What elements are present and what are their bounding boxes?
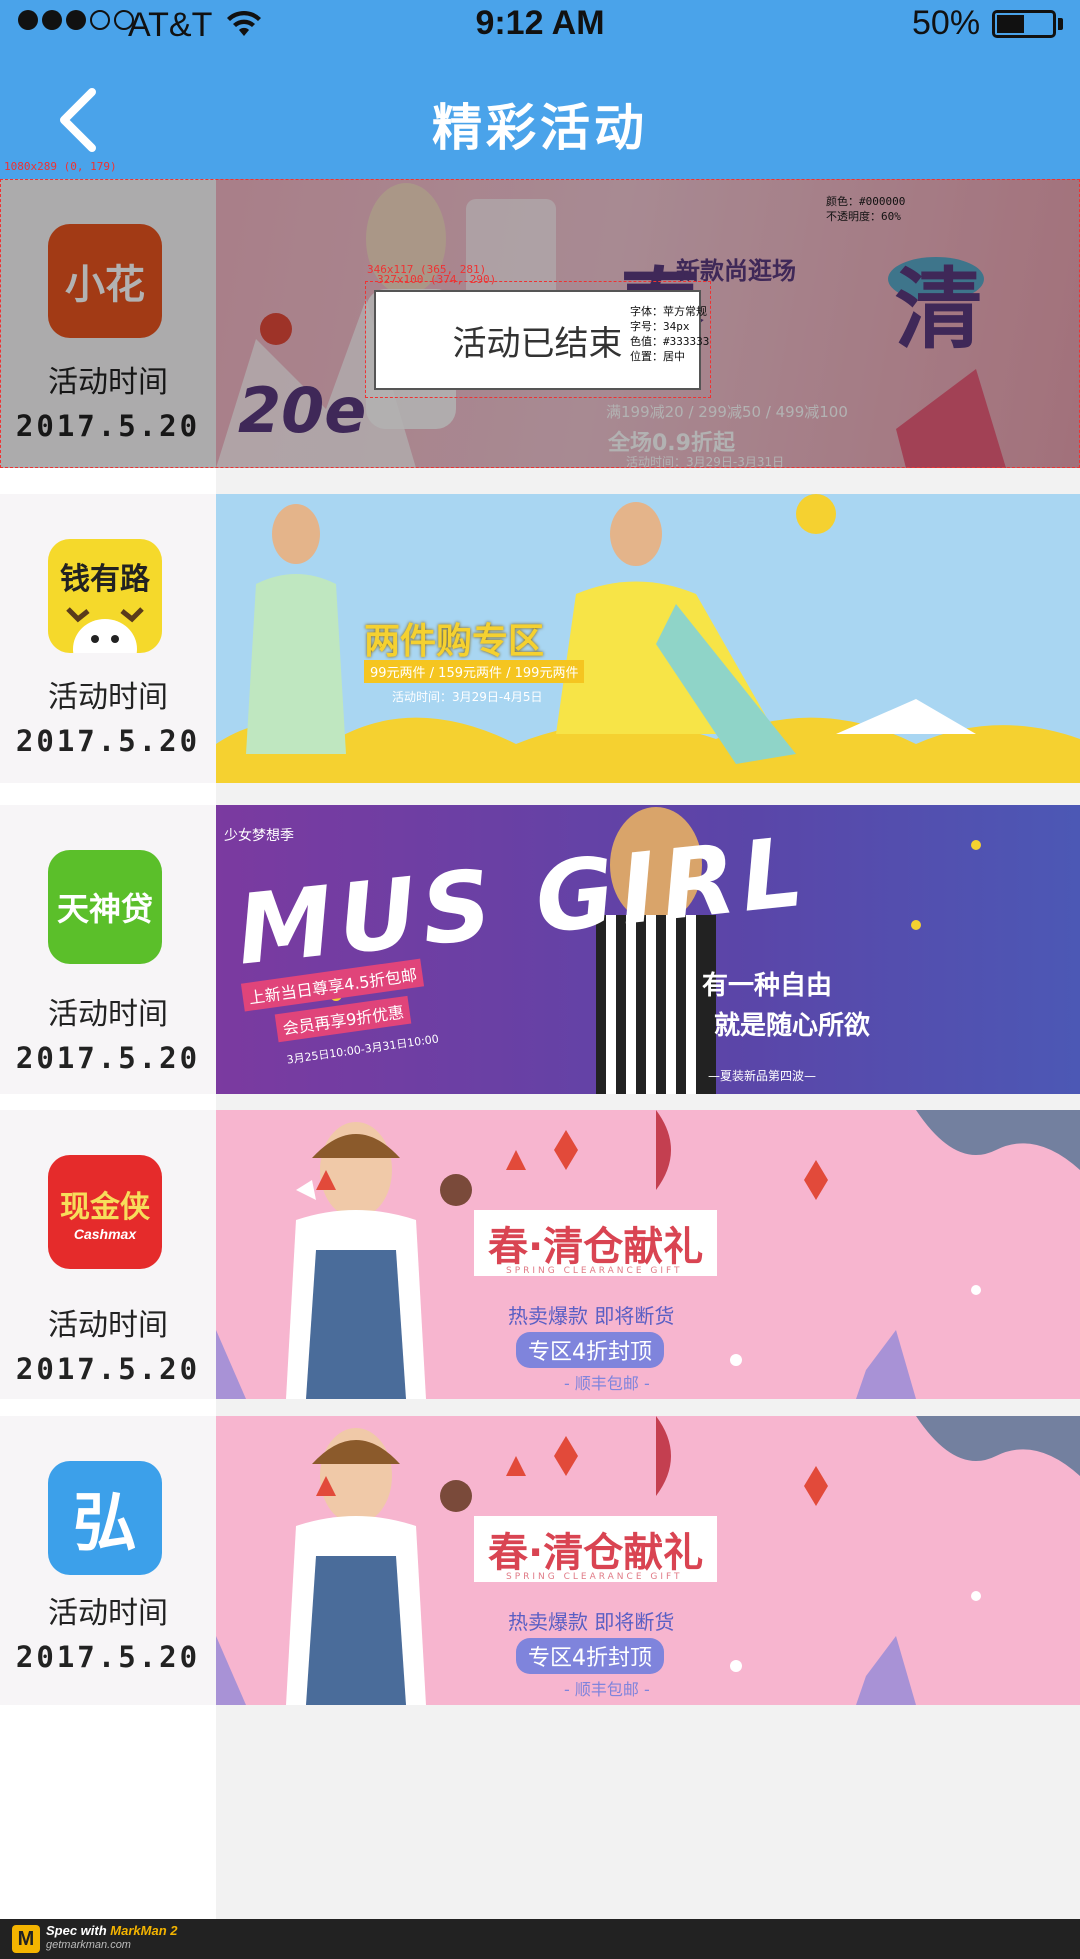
activity-date: 2017.5.20 [15, 1041, 201, 1075]
logo-text: 天神贷 [56, 890, 153, 928]
app-logo-icon: 弘 [48, 1461, 162, 1575]
banner-slogan-2: 就是随心所欲 [714, 1011, 871, 1041]
banner-tagline: 少女梦想季 [224, 828, 294, 844]
activity-row[interactable]: 天神贷 活动时间 2017.5.20 MUS GIRL 少女梦想季 上新当日尊享… [0, 805, 1080, 1094]
footer-url: getmarkman.com [46, 1939, 131, 1951]
app-logo-icon: 现金侠 Cashmax [48, 1155, 162, 1269]
banner-tagline: SPRING CLEARANCE GIFT [506, 1572, 683, 1582]
banner-shipping: - 顺丰包邮 - [564, 1680, 650, 1699]
app-logo-icon: 钱有路 [48, 539, 162, 653]
promo-banner[interactable]: 春·清仓献礼 SPRING CLEARANCE GIFT 热卖爆款 即将断货 专… [216, 1416, 1080, 1705]
status-bar: AT&T 9:12 AM 50% [0, 0, 1080, 46]
page-title: 精彩活动 [432, 99, 648, 157]
markman-footer: M Spec with MarkMan 2 getmarkman.com [0, 1919, 1080, 1959]
footer-text: Spec with MarkMan 2 [46, 1923, 178, 1938]
promo-banner[interactable]: 两件购专区 99元两件 / 159元两件 / 199元两件 活动时间：3月29日… [216, 494, 1080, 783]
activity-time-label: 活动时间 [48, 1308, 168, 1343]
activity-date: 2017.5.20 [15, 724, 201, 758]
activity-date: 2017.5.20 [15, 1640, 201, 1674]
battery-icon [992, 10, 1056, 38]
activity-row[interactable]: 弘 活动时间 2017.5.20 春·清仓献礼 SPRING CLEARANCE… [0, 1416, 1080, 1705]
activity-time-label: 活动时间 [48, 997, 168, 1032]
row-info: 现金侠 Cashmax 活动时间 2017.5.20 [0, 1110, 216, 1399]
markman-logo-icon: M [12, 1925, 40, 1953]
banner-discount: 专区4折封顶 [516, 1638, 664, 1674]
battery-tip [1058, 18, 1063, 30]
banner-title: 两件购专区 [364, 621, 545, 662]
activity-row[interactable]: 现金侠 Cashmax 活动时间 2017.5.20 春·清仓献礼 SPRING… [0, 1110, 1080, 1399]
spec-row-size: 1080x289 (0, 179) [4, 160, 117, 173]
spec-font-note: 字体：苹方常规 字号：34px 色值：#333333 位置：居中 [630, 305, 710, 363]
promo-banner[interactable]: MUS GIRL 少女梦想季 上新当日尊享4.5折包邮 会员再享9折优惠 3月2… [216, 805, 1080, 1094]
row-info: 弘 活动时间 2017.5.20 [0, 1416, 216, 1705]
reindeer-icon [66, 607, 144, 653]
banner-dates: 活动时间：3月29日-4月5日 [392, 690, 543, 704]
promo-banner[interactable]: 春·清仓献礼 SPRING CLEARANCE GIFT 热卖爆款 即将断货 专… [216, 1110, 1080, 1399]
app-header: AT&T 9:12 AM 50% 精彩活动 [0, 0, 1080, 179]
banner-offer: 热卖爆款 即将断货 [508, 1610, 675, 1634]
banner-tagline: SPRING CLEARANCE GIFT [506, 1266, 683, 1276]
logo-subtext: Cashmax [73, 1226, 137, 1242]
battery-percentage: 50% [912, 4, 981, 42]
activity-row[interactable]: 钱有路 活动时间 2017.5.20 两件购专区 99元两件 / 159元两件 … [0, 494, 1080, 783]
footer-spec-with: Spec with [46, 1923, 111, 1938]
activity-time-label: 活动时间 [48, 1596, 168, 1631]
spec-overlay-note: 颜色：#000000 不透明度：60% [826, 195, 906, 223]
banner-shipping: - 顺丰包邮 - [564, 1374, 650, 1393]
banner-offer: 热卖爆款 即将断货 [508, 1304, 675, 1328]
activity-time-label: 活动时间 [48, 680, 168, 715]
row-info: 天神贷 活动时间 2017.5.20 [0, 805, 216, 1094]
spec-inner-size: 327x100 (374, 290) [377, 273, 497, 286]
banner-discount: 专区4折封顶 [516, 1332, 664, 1368]
banner-collection: —夏装新品第四波— [708, 1069, 817, 1083]
banner-slogan-1: 有一种自由 [702, 971, 833, 1001]
logo-text: 弘 [73, 1487, 137, 1561]
app-logo-icon: 天神贷 [48, 850, 162, 964]
logo-text: 现金侠 [60, 1190, 150, 1225]
row-info: 钱有路 活动时间 2017.5.20 [0, 494, 216, 783]
activity-date: 2017.5.20 [15, 1352, 201, 1386]
banner-decoration [216, 494, 1080, 783]
banner-offer: 99元两件 / 159元两件 / 199元两件 [364, 660, 585, 683]
footer-brand: MarkMan 2 [110, 1923, 178, 1938]
